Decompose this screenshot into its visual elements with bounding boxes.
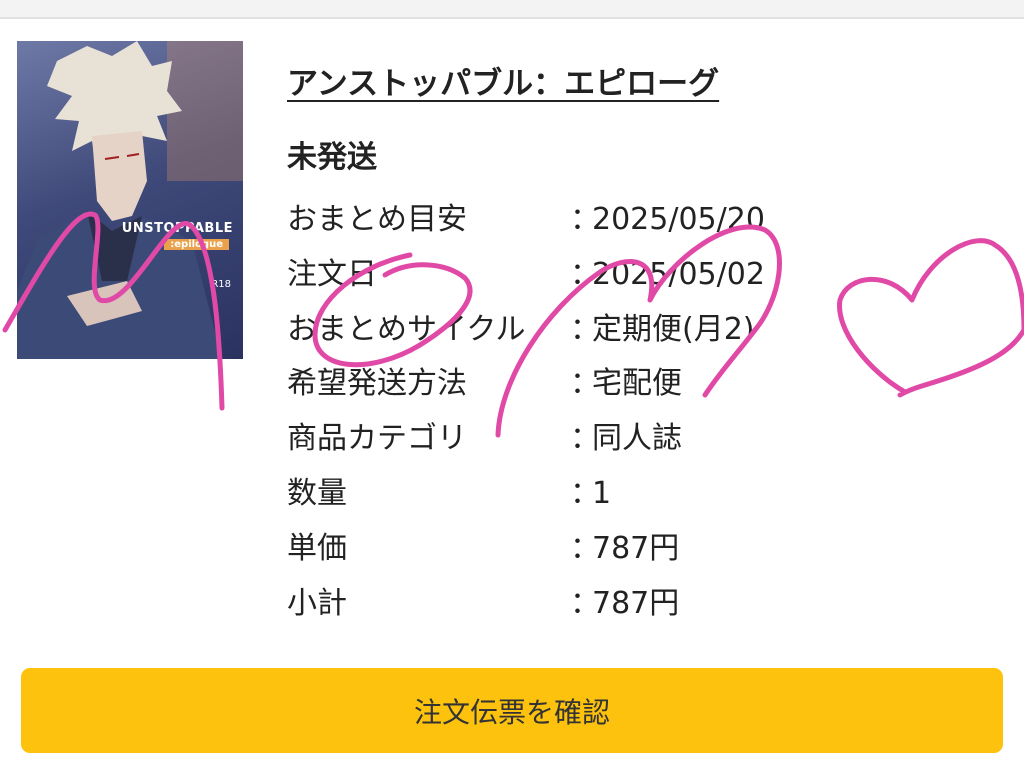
cover-illustration xyxy=(17,41,243,359)
detail-value: 宅配便 xyxy=(592,366,682,402)
product-title-link[interactable]: アンストッパブル：エピローグ xyxy=(287,58,719,103)
detail-label: 数量 xyxy=(287,475,347,511)
detail-label: おまとめ目安 xyxy=(287,202,467,237)
detail-label: 希望発送方法 xyxy=(287,366,467,402)
cover-title-text: UNSTOPPABLE xyxy=(121,221,233,236)
detail-value: 2025/05/02 xyxy=(592,256,765,292)
top-divider xyxy=(0,0,1024,19)
detail-value: 2025/05/20 xyxy=(592,202,765,237)
detail-label: 注文日 xyxy=(287,256,377,292)
detail-label: 小計 xyxy=(287,585,347,621)
detail-value: 1 xyxy=(592,475,612,511)
cover-subtitle-text: :epilogue xyxy=(164,239,229,250)
detail-value: 787円 xyxy=(592,585,680,621)
detail-value: 定期便(月2) xyxy=(592,311,755,347)
confirm-order-slip-button[interactable]: 注文伝票を確認 xyxy=(21,668,1003,753)
detail-label: 商品カテゴリ xyxy=(287,421,467,457)
detail-label: おまとめサイクル xyxy=(287,311,526,347)
detail-value: 787円 xyxy=(592,530,680,566)
order-item-page: UNSTOPPABLE :epilogue R18 アンストッパブル：エピローグ… xyxy=(0,0,1024,778)
detail-value: 同人誌 xyxy=(592,421,682,457)
shipping-status: 未発送 xyxy=(287,140,377,175)
detail-label: 単価 xyxy=(287,530,347,566)
cover-rating-text: R18 xyxy=(211,279,231,290)
product-cover-image[interactable]: UNSTOPPABLE :epilogue R18 xyxy=(17,41,243,359)
